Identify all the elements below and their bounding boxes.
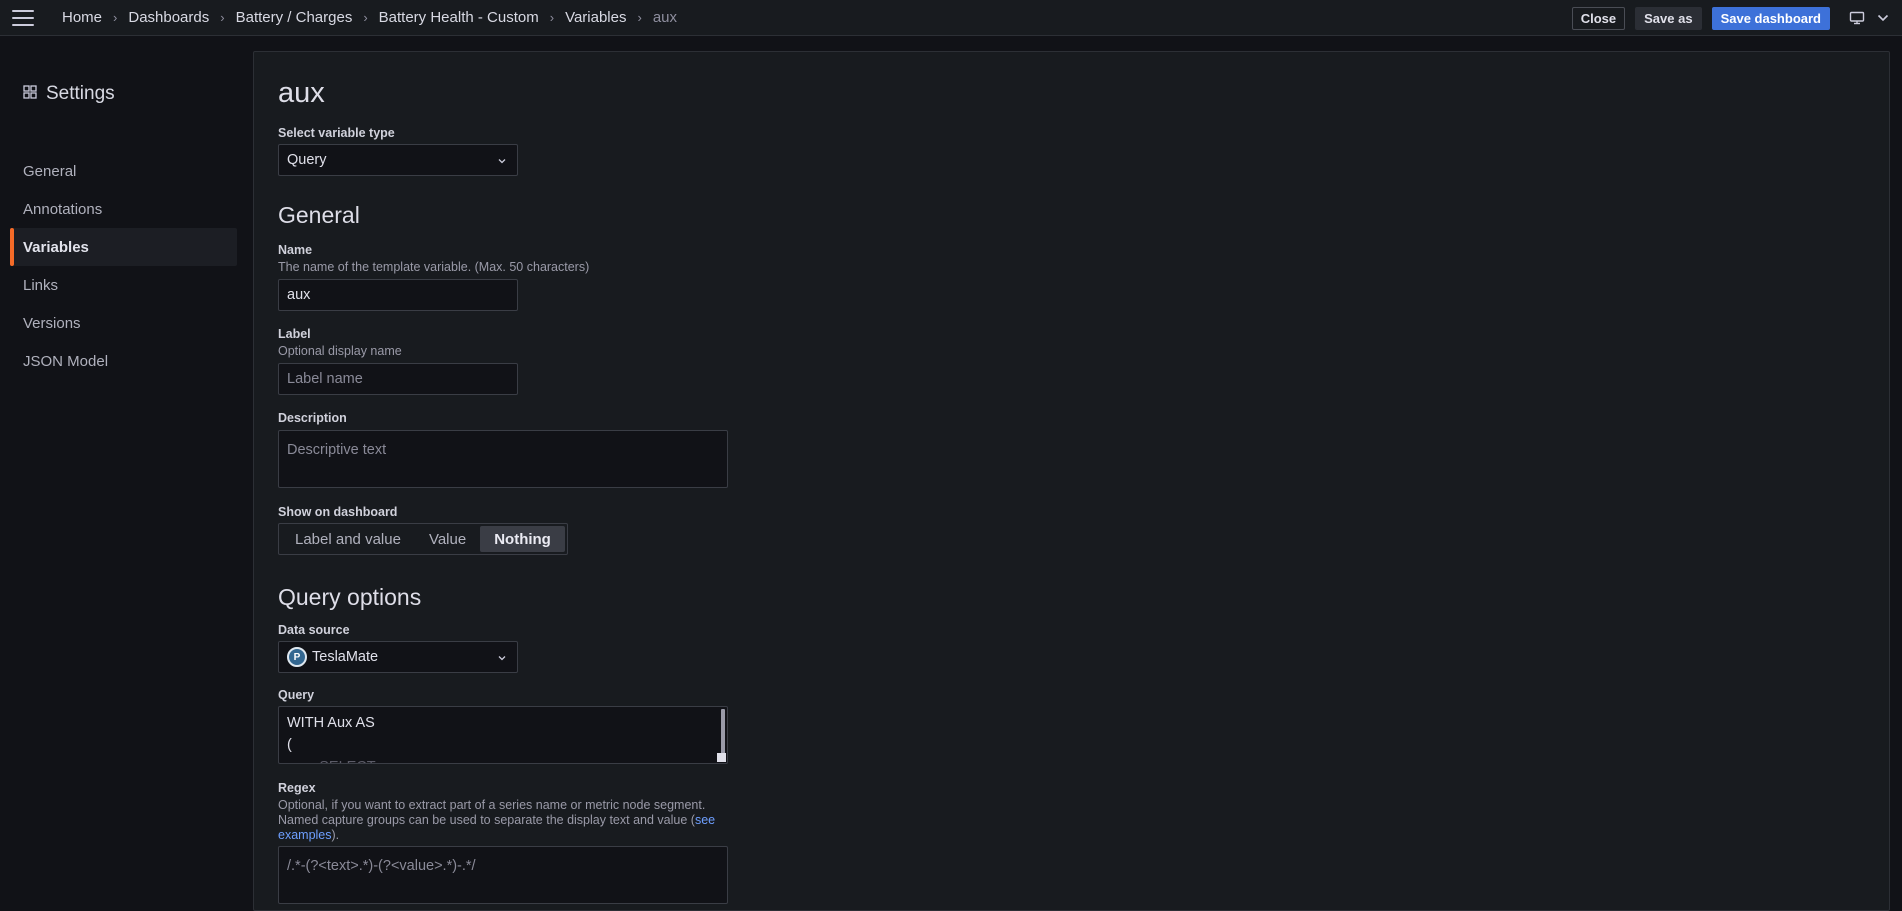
variable-type-label: Select variable type	[278, 126, 395, 140]
save-as-button[interactable]: Save as	[1635, 6, 1702, 30]
settings-nav: General Annotations Variables Links Vers…	[10, 152, 237, 380]
chevron-down-icon	[497, 154, 507, 170]
close-button[interactable]: Close	[1571, 6, 1626, 30]
label-description: Optional display name	[278, 344, 402, 358]
settings-title: Settings	[23, 83, 115, 105]
regex-textarea[interactable]	[278, 846, 728, 904]
name-input[interactable]	[278, 279, 518, 311]
sidebar-item-general[interactable]: General	[10, 152, 237, 190]
variable-type-value: Query	[287, 152, 327, 168]
sidebar-item-versions[interactable]: Versions	[10, 304, 237, 342]
monitor-icon[interactable]	[1842, 3, 1872, 33]
chevron-right-icon: ›	[637, 10, 642, 25]
chevron-right-icon: ›	[220, 10, 225, 25]
see-examples-link[interactable]: see	[695, 813, 715, 827]
show-on-dashboard-label: Show on dashboard	[278, 505, 398, 519]
postgres-icon: P	[287, 647, 307, 667]
name-description: The name of the template variable. (Max.…	[278, 260, 590, 274]
query-line: WITH Aux AS	[287, 715, 375, 731]
sidebar-item-links[interactable]: Links	[10, 266, 237, 304]
chevron-down-icon[interactable]	[1872, 3, 1894, 33]
radio-value[interactable]: Value	[415, 526, 480, 552]
query-editor[interactable]: WITH Aux AS ( SELECT	[278, 706, 728, 764]
see-examples-link[interactable]: examples	[278, 828, 332, 842]
chevron-right-icon: ›	[363, 10, 368, 25]
regex-description-line: Named capture groups can be used to sepa…	[278, 813, 758, 828]
label-input[interactable]	[278, 363, 518, 395]
variable-type-select[interactable]: Query	[278, 144, 518, 176]
query-scrollbar[interactable]	[721, 709, 725, 755]
data-source-select[interactable]: P TeslaMate	[278, 641, 518, 673]
data-source-value: TeslaMate	[312, 649, 379, 665]
page-title: aux	[278, 77, 325, 109]
settings-sidebar: Settings General Annotations Variables L…	[0, 37, 250, 903]
breadcrumb: Home › Dashboards › Battery / Charges › …	[62, 9, 677, 26]
general-heading: General	[278, 202, 360, 228]
regex-description-end: ).	[331, 828, 340, 842]
name-label: Name	[278, 243, 313, 257]
description-textarea[interactable]	[278, 430, 728, 488]
sidebar-item-json-model[interactable]: JSON Model	[10, 342, 237, 380]
sidebar-item-variables[interactable]: Variables	[10, 228, 237, 266]
breadcrumb-folder[interactable]: Battery / Charges	[236, 9, 353, 26]
regex-description-line: examples).	[278, 828, 758, 843]
query-line: (	[287, 737, 292, 753]
breadcrumb-home[interactable]: Home	[62, 9, 102, 26]
description-label: Description	[278, 411, 347, 425]
regex-description: Optional, if you want to extract part of…	[278, 798, 758, 843]
settings-title-label: Settings	[46, 83, 115, 104]
settings-grid-icon	[23, 83, 37, 105]
radio-nothing[interactable]: Nothing	[480, 526, 565, 552]
regex-description-line: Optional, if you want to extract part of…	[278, 798, 706, 812]
sidebar-item-annotations[interactable]: Annotations	[10, 190, 237, 228]
breadcrumb-dashboard[interactable]: Battery Health - Custom	[379, 9, 539, 26]
menu-icon[interactable]	[12, 9, 34, 26]
query-line: SELECT	[279, 756, 727, 763]
top-bar: Home › Dashboards › Battery / Charges › …	[0, 0, 1902, 36]
save-dashboard-button[interactable]: Save dashboard	[1711, 6, 1830, 30]
show-on-dashboard-radio-group: Label and value Value Nothing	[278, 523, 568, 555]
chevron-down-icon	[497, 651, 507, 667]
radio-label-and-value[interactable]: Label and value	[281, 526, 415, 552]
regex-label: Regex	[278, 781, 316, 795]
query-label: Query	[278, 688, 315, 702]
breadcrumb-variables[interactable]: Variables	[565, 9, 626, 26]
chevron-right-icon: ›	[113, 10, 118, 25]
regex-description-text: Named capture groups can be used to sepa…	[278, 813, 695, 827]
variable-editor-panel: aux Select variable type Query General N…	[253, 51, 1890, 911]
toolbar-actions: Close Save as Save dashboard	[1571, 0, 1902, 36]
chevron-right-icon: ›	[549, 10, 555, 25]
data-source-label: Data source	[278, 623, 350, 637]
breadcrumb-dashboards[interactable]: Dashboards	[128, 9, 209, 26]
query-options-heading: Query options	[278, 584, 422, 610]
resize-handle[interactable]	[717, 753, 726, 762]
label-label: Label	[278, 327, 311, 341]
breadcrumb-current: aux	[652, 9, 678, 26]
